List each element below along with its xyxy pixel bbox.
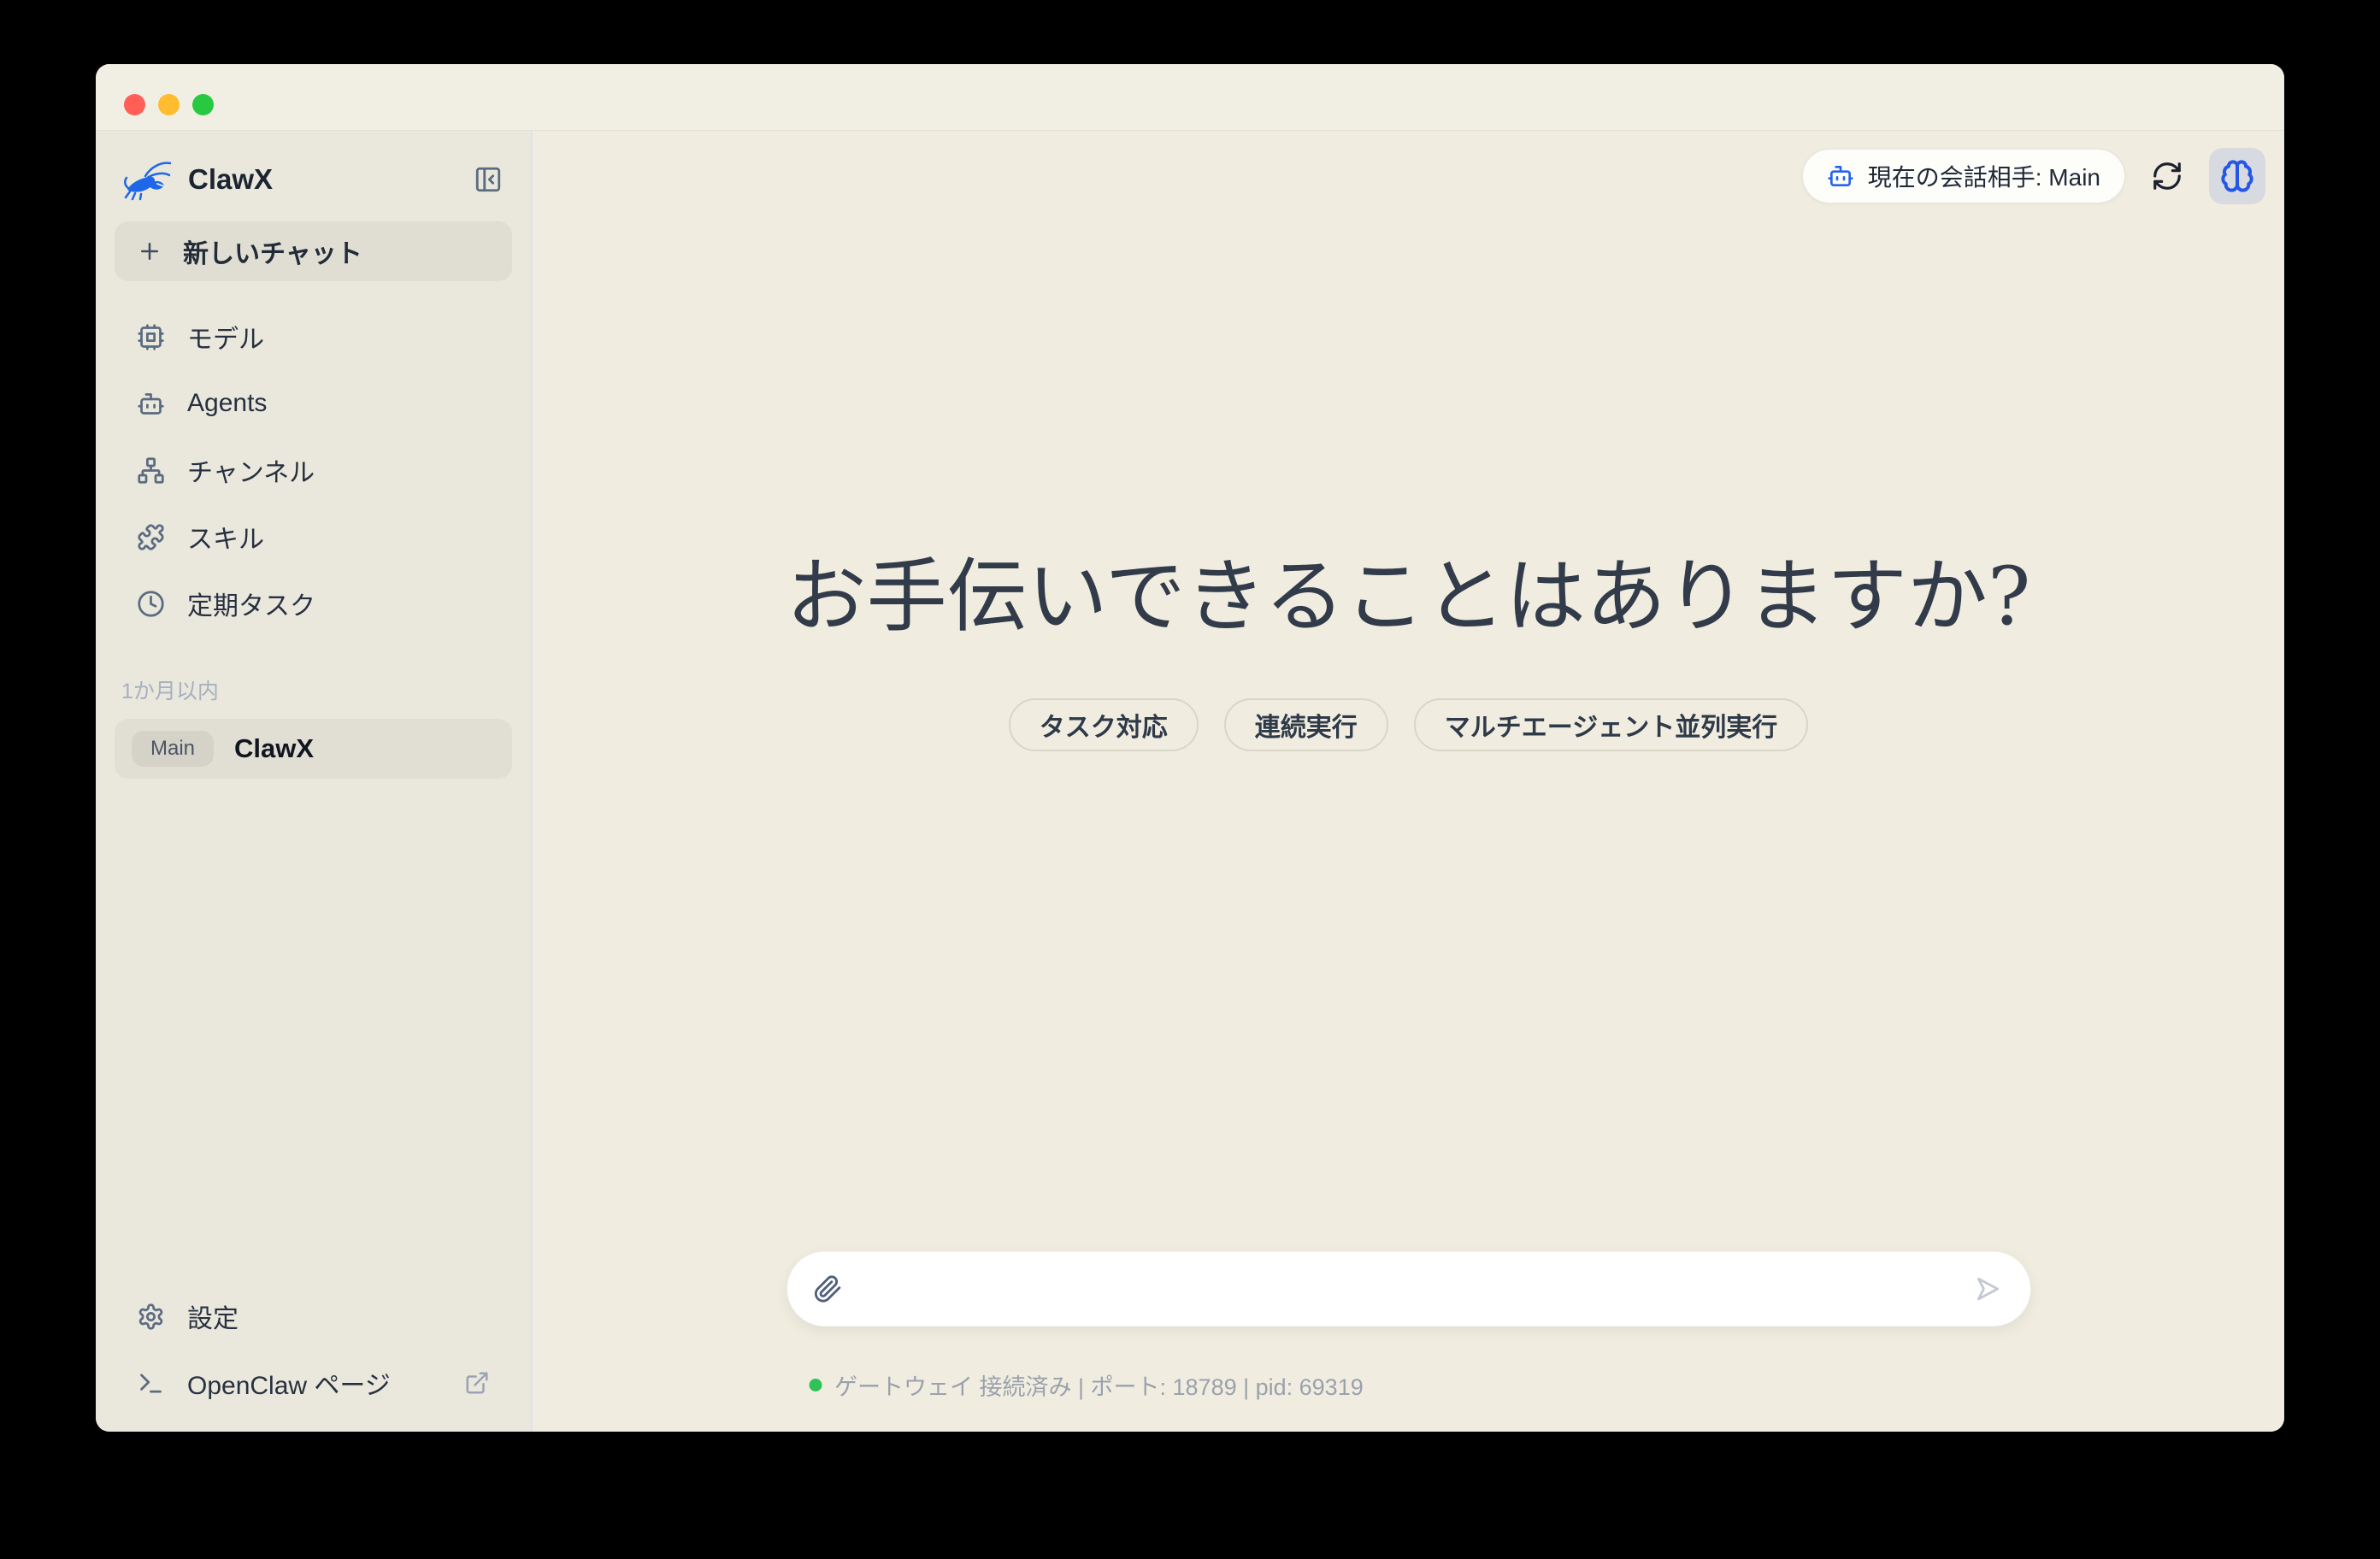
sidebar-item-label: モデル <box>187 318 264 356</box>
plus-icon <box>137 238 162 264</box>
status-text: ゲートウェイ 接続済み | ポート: 18789 | pid: 69319 <box>834 1368 1364 1402</box>
main-badge: Main <box>132 731 214 767</box>
app-window: ClawX 新しいチャット モデル <box>96 64 2284 1432</box>
titlebar <box>96 64 2284 131</box>
brain-button[interactable] <box>2209 148 2265 204</box>
message-input[interactable] <box>861 1252 1953 1326</box>
refresh-icon <box>2151 160 2183 192</box>
chip-task-support[interactable]: タスク対応 <box>1009 698 1199 751</box>
brain-icon <box>2220 159 2254 193</box>
sidebar-item-label: チャンネル <box>187 451 315 489</box>
sidebar-nav: モデル Agents チャンネル <box>115 303 512 637</box>
bot-icon <box>137 390 165 418</box>
gear-icon <box>137 1303 165 1331</box>
cpu-icon <box>137 323 165 351</box>
sidebar-item-channels[interactable]: チャンネル <box>115 437 512 503</box>
terminal-icon <box>137 1369 165 1397</box>
current-partner-label: 現在の会話相手: Main <box>1868 159 2100 193</box>
new-chat-button[interactable]: 新しいチャット <box>115 221 512 281</box>
send-button[interactable] <box>1971 1273 2004 1305</box>
sidebar-item-label: スキル <box>187 518 264 556</box>
puzzle-icon <box>137 523 165 551</box>
external-link-icon <box>464 1370 490 1396</box>
collapse-sidebar-button[interactable] <box>469 161 507 198</box>
close-button[interactable] <box>124 94 145 115</box>
history-item-clawx[interactable]: Main ClawX <box>115 719 512 779</box>
minimize-button[interactable] <box>158 94 180 115</box>
message-composer <box>786 1251 2030 1327</box>
sidebar-item-agents[interactable]: Agents <box>115 370 512 437</box>
panel-left-close-icon <box>474 165 503 194</box>
sidebar-item-scheduled-tasks[interactable]: 定期タスク <box>115 570 512 637</box>
sidebar-item-models[interactable]: モデル <box>115 303 512 370</box>
bot-icon <box>1827 162 1854 190</box>
chip-continuous-run[interactable]: 連続実行 <box>1224 698 1388 751</box>
sidebar-item-label: Agents <box>187 389 267 418</box>
refresh-button[interactable] <box>2151 160 2183 192</box>
paperclip-icon <box>813 1274 842 1303</box>
zoom-button[interactable] <box>192 94 214 115</box>
sidebar-header: ClawX <box>115 151 512 208</box>
status-dot <box>809 1379 822 1391</box>
history-item-title: ClawX <box>234 733 314 764</box>
lobster-logo-icon <box>120 157 174 202</box>
main-area: 現在の会話相手: Main <box>533 131 2284 1432</box>
main-header: 現在の会話相手: Main <box>1802 148 2265 204</box>
clock-icon <box>137 590 165 618</box>
current-partner-button[interactable]: 現在の会話相手: Main <box>1802 149 2125 203</box>
history-section-label: 1か月以内 <box>115 674 512 705</box>
new-chat-label: 新しいチャット <box>183 232 362 270</box>
suggestion-chips: タスク対応 連続実行 マルチエージェント並列実行 <box>533 698 2284 751</box>
sidebar-item-settings[interactable]: 設定 <box>115 1283 512 1350</box>
chip-multi-agent-parallel[interactable]: マルチエージェント並列実行 <box>1414 698 1808 751</box>
greeting-heading: お手伝いできることはありますか? <box>533 544 2284 652</box>
app-title: ClawX <box>188 163 273 196</box>
sidebar-item-openclaw-page[interactable]: OpenClaw ページ <box>115 1350 512 1416</box>
gateway-status: ゲートウェイ 接続済み | ポート: 18789 | pid: 69319 <box>786 1368 2030 1402</box>
send-icon <box>1971 1273 2004 1305</box>
network-icon <box>137 456 165 485</box>
sidebar-item-label: OpenClaw ページ <box>187 1364 391 1402</box>
sidebar-item-skills[interactable]: スキル <box>115 503 512 570</box>
sidebar-item-label: 設定 <box>187 1297 239 1335</box>
sidebar-item-label: 定期タスク <box>187 585 315 622</box>
attach-button[interactable] <box>813 1274 842 1303</box>
sidebar: ClawX 新しいチャット モデル <box>96 131 533 1432</box>
